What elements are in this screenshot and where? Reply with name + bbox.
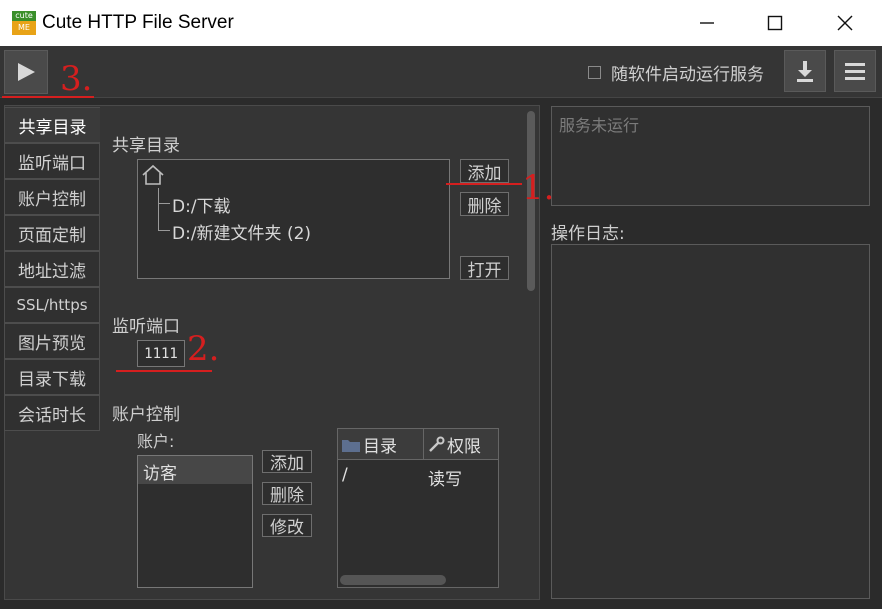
horizontal-scrollbar[interactable] (340, 575, 446, 585)
tab-page-customize[interactable]: 页面定制 (4, 215, 100, 251)
menu-icon (845, 63, 865, 80)
add-folder-button[interactable]: 添加 (460, 159, 509, 184)
permission-table[interactable]: 目录 权限 / 读写 (337, 428, 499, 588)
minimize-button[interactable] (672, 0, 742, 46)
autostart-label: 随软件启动运行服务 (611, 65, 764, 85)
app-logo: cute ME (12, 11, 36, 35)
download-icon (797, 61, 813, 82)
close-button[interactable] (810, 0, 880, 46)
tab-folder-download[interactable]: 目录下载 (4, 359, 100, 395)
account-list-item[interactable]: 访客 (138, 456, 252, 484)
open-folder-button[interactable]: 打开 (460, 256, 509, 281)
port-input[interactable]: 1111 (137, 340, 185, 367)
tab-account-control[interactable]: 账户控制 (4, 179, 100, 215)
tree-branch (158, 230, 170, 231)
accounts-label: 账户: (137, 432, 175, 451)
tree-connector (158, 188, 159, 230)
server-status-box: 服务未运行 (551, 106, 870, 206)
delete-account-button[interactable]: 删除 (262, 482, 312, 506)
operation-log-box (551, 244, 870, 599)
maximize-button[interactable] (740, 0, 810, 46)
minimize-icon (700, 22, 714, 24)
checkbox-box[interactable] (588, 66, 601, 79)
delete-folder-button[interactable]: 删除 (460, 192, 509, 217)
window-title: Cute HTTP File Server (42, 12, 234, 33)
start-server-button[interactable] (4, 50, 48, 94)
edit-account-button[interactable]: 修改 (262, 514, 312, 538)
maximize-icon (767, 15, 783, 31)
tab-image-preview[interactable]: 图片预览 (4, 323, 100, 359)
column-header-label: 权限 (447, 437, 481, 457)
app-logo-bottom-text: ME (18, 23, 30, 32)
annotation-1: 1. (522, 168, 555, 208)
app-logo-top-text: cute (12, 11, 36, 21)
wrench-icon (429, 436, 445, 452)
accounts-list[interactable]: 访客 (137, 455, 253, 588)
table-cell: 读写 (428, 470, 462, 490)
shared-folders-heading: 共享目录 (112, 136, 180, 156)
account-control-heading: 账户控制 (112, 405, 180, 425)
shared-folders-tree[interactable]: D:/下载 D:/新建文件夹 (2) (137, 159, 450, 279)
folder-icon (342, 439, 360, 452)
annotation-2: 2. (187, 329, 220, 369)
title-bar: cute ME Cute HTTP File Server (0, 0, 882, 46)
toolbar: 随软件启动运行服务 (0, 46, 882, 98)
annotation-underline-2 (116, 370, 212, 372)
table-row[interactable]: / 读写 (338, 460, 498, 490)
tab-address-filter[interactable]: 地址过滤 (4, 251, 100, 287)
column-header-label: 目录 (363, 437, 397, 457)
shared-folder-item[interactable]: D:/下载 (172, 192, 231, 217)
download-button[interactable] (784, 50, 826, 92)
play-icon (18, 63, 35, 81)
column-header-directory[interactable]: 目录 (338, 429, 424, 460)
tree-branch (158, 203, 170, 204)
annotation-underline-1 (446, 183, 522, 185)
table-cell: / (342, 465, 348, 485)
shared-folder-item[interactable]: D:/新建文件夹 (2) (172, 219, 311, 244)
tab-shared-folders[interactable]: 共享目录 (4, 107, 100, 143)
tab-session-duration[interactable]: 会话时长 (4, 395, 100, 431)
listen-port-heading: 监听端口 (112, 317, 180, 337)
table-header: 目录 权限 (338, 429, 498, 460)
tab-ssl-https[interactable]: SSL/https (4, 287, 100, 323)
tab-listen-port[interactable]: 监听端口 (4, 143, 100, 179)
operation-log-label-text: 操作日志: (551, 224, 625, 245)
menu-button[interactable] (834, 50, 876, 92)
column-header-permission[interactable]: 权限 (425, 429, 498, 460)
add-account-button[interactable]: 添加 (262, 450, 312, 474)
operation-log-label: 操作日志: (551, 219, 625, 245)
close-icon (837, 15, 853, 31)
annotation-3: 3. (60, 59, 93, 99)
autostart-checkbox[interactable]: 随软件启动运行服务 (588, 60, 764, 85)
home-icon (142, 164, 164, 185)
